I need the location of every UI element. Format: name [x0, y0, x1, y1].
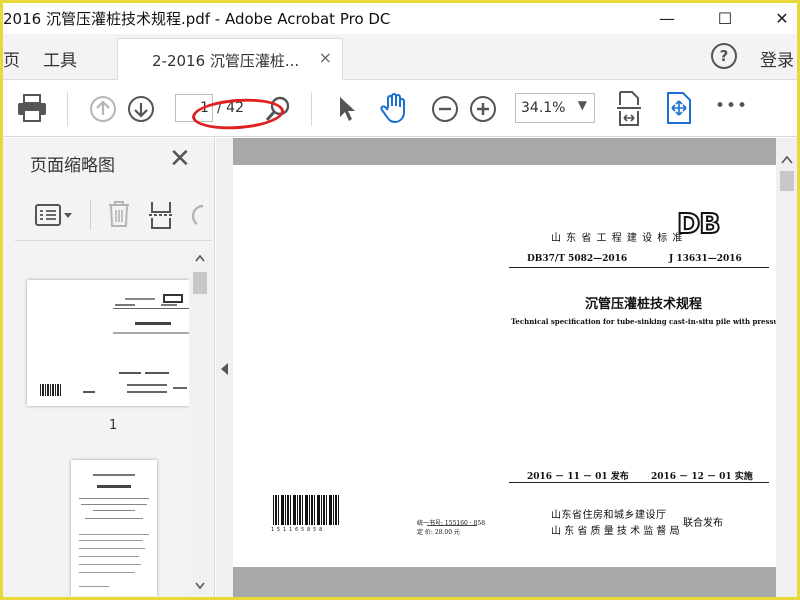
- scroll-down-icon[interactable]: [195, 582, 205, 590]
- zoom-in-icon[interactable]: [469, 95, 497, 123]
- document-scroll-thumb[interactable]: [780, 171, 794, 191]
- zoom-out-icon[interactable]: [431, 95, 459, 123]
- login-button[interactable]: 登录: [760, 46, 794, 71]
- book-number-underline: [427, 525, 477, 526]
- header-rule: [509, 267, 769, 268]
- db-logo: DB: [676, 206, 722, 241]
- full-screen-icon[interactable]: [665, 92, 693, 124]
- next-page-icon[interactable]: [127, 95, 155, 123]
- main-toolbar: 1 / 42 34.1% ▼ •••: [3, 80, 797, 137]
- panel-title: 页面缩略图: [30, 156, 115, 176]
- thumbnails-scroll-thumb[interactable]: [193, 272, 207, 294]
- acrobat-window: 2016 沉管压灌桩技术规程.pdf - Adobe Acrobat Pro D…: [0, 0, 800, 600]
- standard-code-j: J 13631—2016: [669, 254, 742, 264]
- minimize-icon: —: [659, 9, 675, 28]
- collapse-arrow-icon[interactable]: [220, 362, 229, 376]
- help-icon: ?: [719, 47, 729, 65]
- thumbnail-page-1[interactable]: [27, 280, 189, 406]
- select-arrow-icon[interactable]: [337, 95, 357, 123]
- help-button[interactable]: ?: [711, 43, 737, 69]
- minimize-button[interactable]: —: [644, 3, 690, 34]
- extract-page-icon[interactable]: [148, 200, 174, 230]
- tab-tools[interactable]: 工具: [43, 46, 77, 71]
- pdf-page: 山 东 省 工 程 建 设 标 准 DB DB37/T 5082—2016 J …: [233, 165, 776, 567]
- price-label: 定 价: 28.00 元: [417, 529, 460, 536]
- maximize-icon: ☐: [717, 9, 733, 28]
- document-title-cn: 沉管压灌桩技术规程: [585, 297, 703, 312]
- page-thumbnails-panel: 页面缩略图 ✕ 1: [3, 138, 215, 597]
- document-tab-label: 2-2016 沉管压灌桩...: [152, 52, 300, 70]
- fit-page-icon[interactable]: [615, 91, 643, 127]
- document-scrollbar[interactable]: [776, 138, 797, 597]
- toolbar-separator: [67, 92, 68, 126]
- tab-home[interactable]: 页: [3, 46, 20, 71]
- print-icon[interactable]: [17, 94, 47, 122]
- panel-toolbar-separator: [90, 200, 91, 230]
- issue-date: 2016 － 11 － 01 发布: [527, 472, 629, 482]
- document-title-en: Technical specification for tube-sinking…: [511, 317, 776, 326]
- standard-code-db: DB37/T 5082—2016: [527, 254, 628, 264]
- chevron-down-icon: ▼: [577, 98, 587, 112]
- trash-icon[interactable]: [107, 200, 131, 228]
- rotate-icon[interactable]: [189, 202, 205, 228]
- panel-toolbar: [3, 190, 215, 238]
- barcode: [273, 495, 341, 525]
- more-tools-button[interactable]: •••: [715, 96, 748, 116]
- issuer-housing-department: 山东省住房和城乡建设厅: [551, 510, 667, 521]
- window-title: 2016 沉管压灌桩技术规程.pdf - Adobe Acrobat Pro D…: [3, 10, 391, 28]
- thumbnails-list: 1: [3, 246, 189, 596]
- hand-tool-icon[interactable]: [379, 92, 411, 124]
- close-panel-button[interactable]: ✕: [169, 146, 191, 172]
- barcode-number: 1 5 1 1 6 5 8 5 8: [271, 527, 323, 533]
- title-bar: 2016 沉管压灌桩技术规程.pdf - Adobe Acrobat Pro D…: [3, 3, 797, 34]
- thumbnail-page-1-label: 1: [109, 418, 118, 433]
- province-standard-label: 山 东 省 工 程 建 设 标 准: [551, 233, 684, 244]
- tab-document[interactable]: 2-2016 沉管压灌桩... ×: [117, 38, 343, 80]
- panel-divider: [15, 240, 211, 241]
- effective-date: 2016 － 12 － 01 实施: [651, 472, 753, 482]
- thumbnail-page-2[interactable]: [71, 460, 157, 596]
- close-icon: ✕: [775, 9, 789, 28]
- document-view[interactable]: 山 东 省 工 程 建 设 标 准 DB DB37/T 5082—2016 J …: [233, 138, 776, 597]
- scroll-up-icon[interactable]: [195, 254, 205, 262]
- zoom-level-select[interactable]: 34.1% ▼: [515, 93, 595, 123]
- previous-page-icon[interactable]: [89, 95, 117, 123]
- joint-release-label: 联合发布: [683, 518, 723, 529]
- scroll-up-icon[interactable]: [781, 155, 793, 164]
- zoom-level-value: 34.1%: [521, 100, 566, 116]
- close-window-button[interactable]: ✕: [759, 3, 797, 34]
- thumbnails-scrollbar[interactable]: [191, 250, 209, 595]
- tab-bar: 页 工具 2-2016 沉管压灌桩... × ? 登录: [3, 34, 797, 80]
- close-tab-icon[interactable]: ×: [319, 48, 332, 67]
- toolbar-separator: [311, 92, 312, 126]
- options-menu-icon[interactable]: [35, 204, 73, 226]
- issuer-quality-bureau: 山 东 省 质 量 技 术 监 督 局: [551, 526, 680, 537]
- panel-collapse-handle[interactable]: [216, 138, 233, 597]
- maximize-button[interactable]: ☐: [702, 3, 748, 34]
- footer-rule: [509, 482, 769, 483]
